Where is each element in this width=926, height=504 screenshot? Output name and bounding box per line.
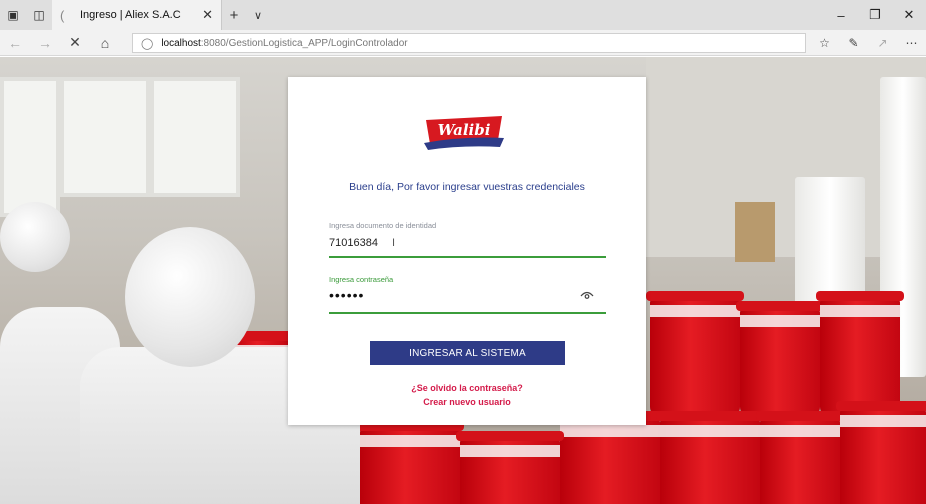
background-worker: [0, 202, 70, 272]
maximize-icon[interactable]: ❐: [858, 0, 892, 30]
svg-text:Walibi: Walibi: [438, 121, 491, 139]
home-icon[interactable]: ⌂: [90, 35, 120, 51]
background-bucket: [356, 421, 464, 504]
eye-icon[interactable]: [580, 290, 594, 300]
id-field-underline: [329, 256, 606, 258]
tab-title: Ingreso | Aliex S.A.C: [80, 9, 181, 21]
more-icon[interactable]: ⋯: [897, 36, 926, 50]
url-host: localhost: [161, 37, 201, 49]
browser-tab[interactable]: ( Ingreso | Aliex S.A.C ✕: [52, 0, 222, 30]
forward-icon[interactable]: →: [30, 35, 60, 51]
window-close-icon[interactable]: ✕: [892, 0, 926, 30]
forgot-password-link[interactable]: ¿Se olvido la contraseña?: [288, 383, 646, 393]
background-worker: [125, 227, 255, 367]
tab-actions-icon[interactable]: ▣: [0, 0, 26, 30]
background-bucket: [556, 411, 664, 504]
share-icon[interactable]: ↗: [868, 36, 897, 50]
background-window: [150, 77, 240, 197]
login-card: Walibi Buen día, Por favor ingresar vues…: [288, 77, 646, 425]
background-bucket: [756, 411, 844, 504]
password-field-label: Ingresa contraseña: [329, 275, 394, 284]
background-bucket: [456, 431, 564, 504]
pen-icon[interactable]: ✎: [839, 36, 868, 50]
text-cursor-icon: I: [392, 237, 396, 249]
id-field[interactable]: 71016384: [329, 237, 378, 249]
password-field[interactable]: ••••••: [329, 287, 364, 303]
close-icon[interactable]: ✕: [202, 7, 213, 23]
address-bar[interactable]: ◯ localhost:8080/GestionLogistica_APP/Lo…: [132, 33, 806, 53]
background-window: [60, 77, 150, 197]
background-bucket: [816, 291, 904, 417]
browser-nav-bar: ← → ✕ ⌂ ◯ localhost:8080/GestionLogistic…: [0, 30, 926, 56]
minimize-icon[interactable]: –: [824, 0, 858, 30]
stop-icon[interactable]: ✕: [60, 34, 90, 51]
background-box: [735, 202, 775, 262]
background-bucket: [656, 411, 764, 504]
background-window: [0, 77, 60, 217]
back-icon[interactable]: ←: [0, 35, 30, 51]
background-bucket: [836, 401, 926, 504]
chevron-down-icon[interactable]: ∨: [246, 9, 270, 22]
walibi-logo: Walibi: [424, 116, 504, 150]
globe-icon: ◯: [141, 37, 154, 50]
browser-tab-bar: ▣ ◫ ( Ingreso | Aliex S.A.C ✕ + ∨ – ❐ ✕: [0, 0, 926, 30]
register-link[interactable]: Crear nuevo usuario: [288, 397, 646, 407]
greeting-text: Buen día, Por favor ingresar vuestras cr…: [349, 181, 585, 193]
id-field-label: Ingresa documento de identidad: [329, 221, 437, 230]
page-favicon: (: [60, 8, 65, 23]
url-path: :8080/GestionLogistica_APP/LoginControla…: [200, 37, 408, 49]
background-bucket: [646, 291, 744, 417]
plus-icon[interactable]: +: [222, 7, 246, 24]
favorites-icon[interactable]: ☆: [810, 36, 839, 50]
login-submit-button[interactable]: INGRESAR AL SISTEMA: [370, 341, 565, 365]
background-bucket: [736, 301, 824, 417]
password-field-underline: [329, 312, 606, 314]
set-tabs-aside-icon[interactable]: ◫: [26, 0, 52, 30]
